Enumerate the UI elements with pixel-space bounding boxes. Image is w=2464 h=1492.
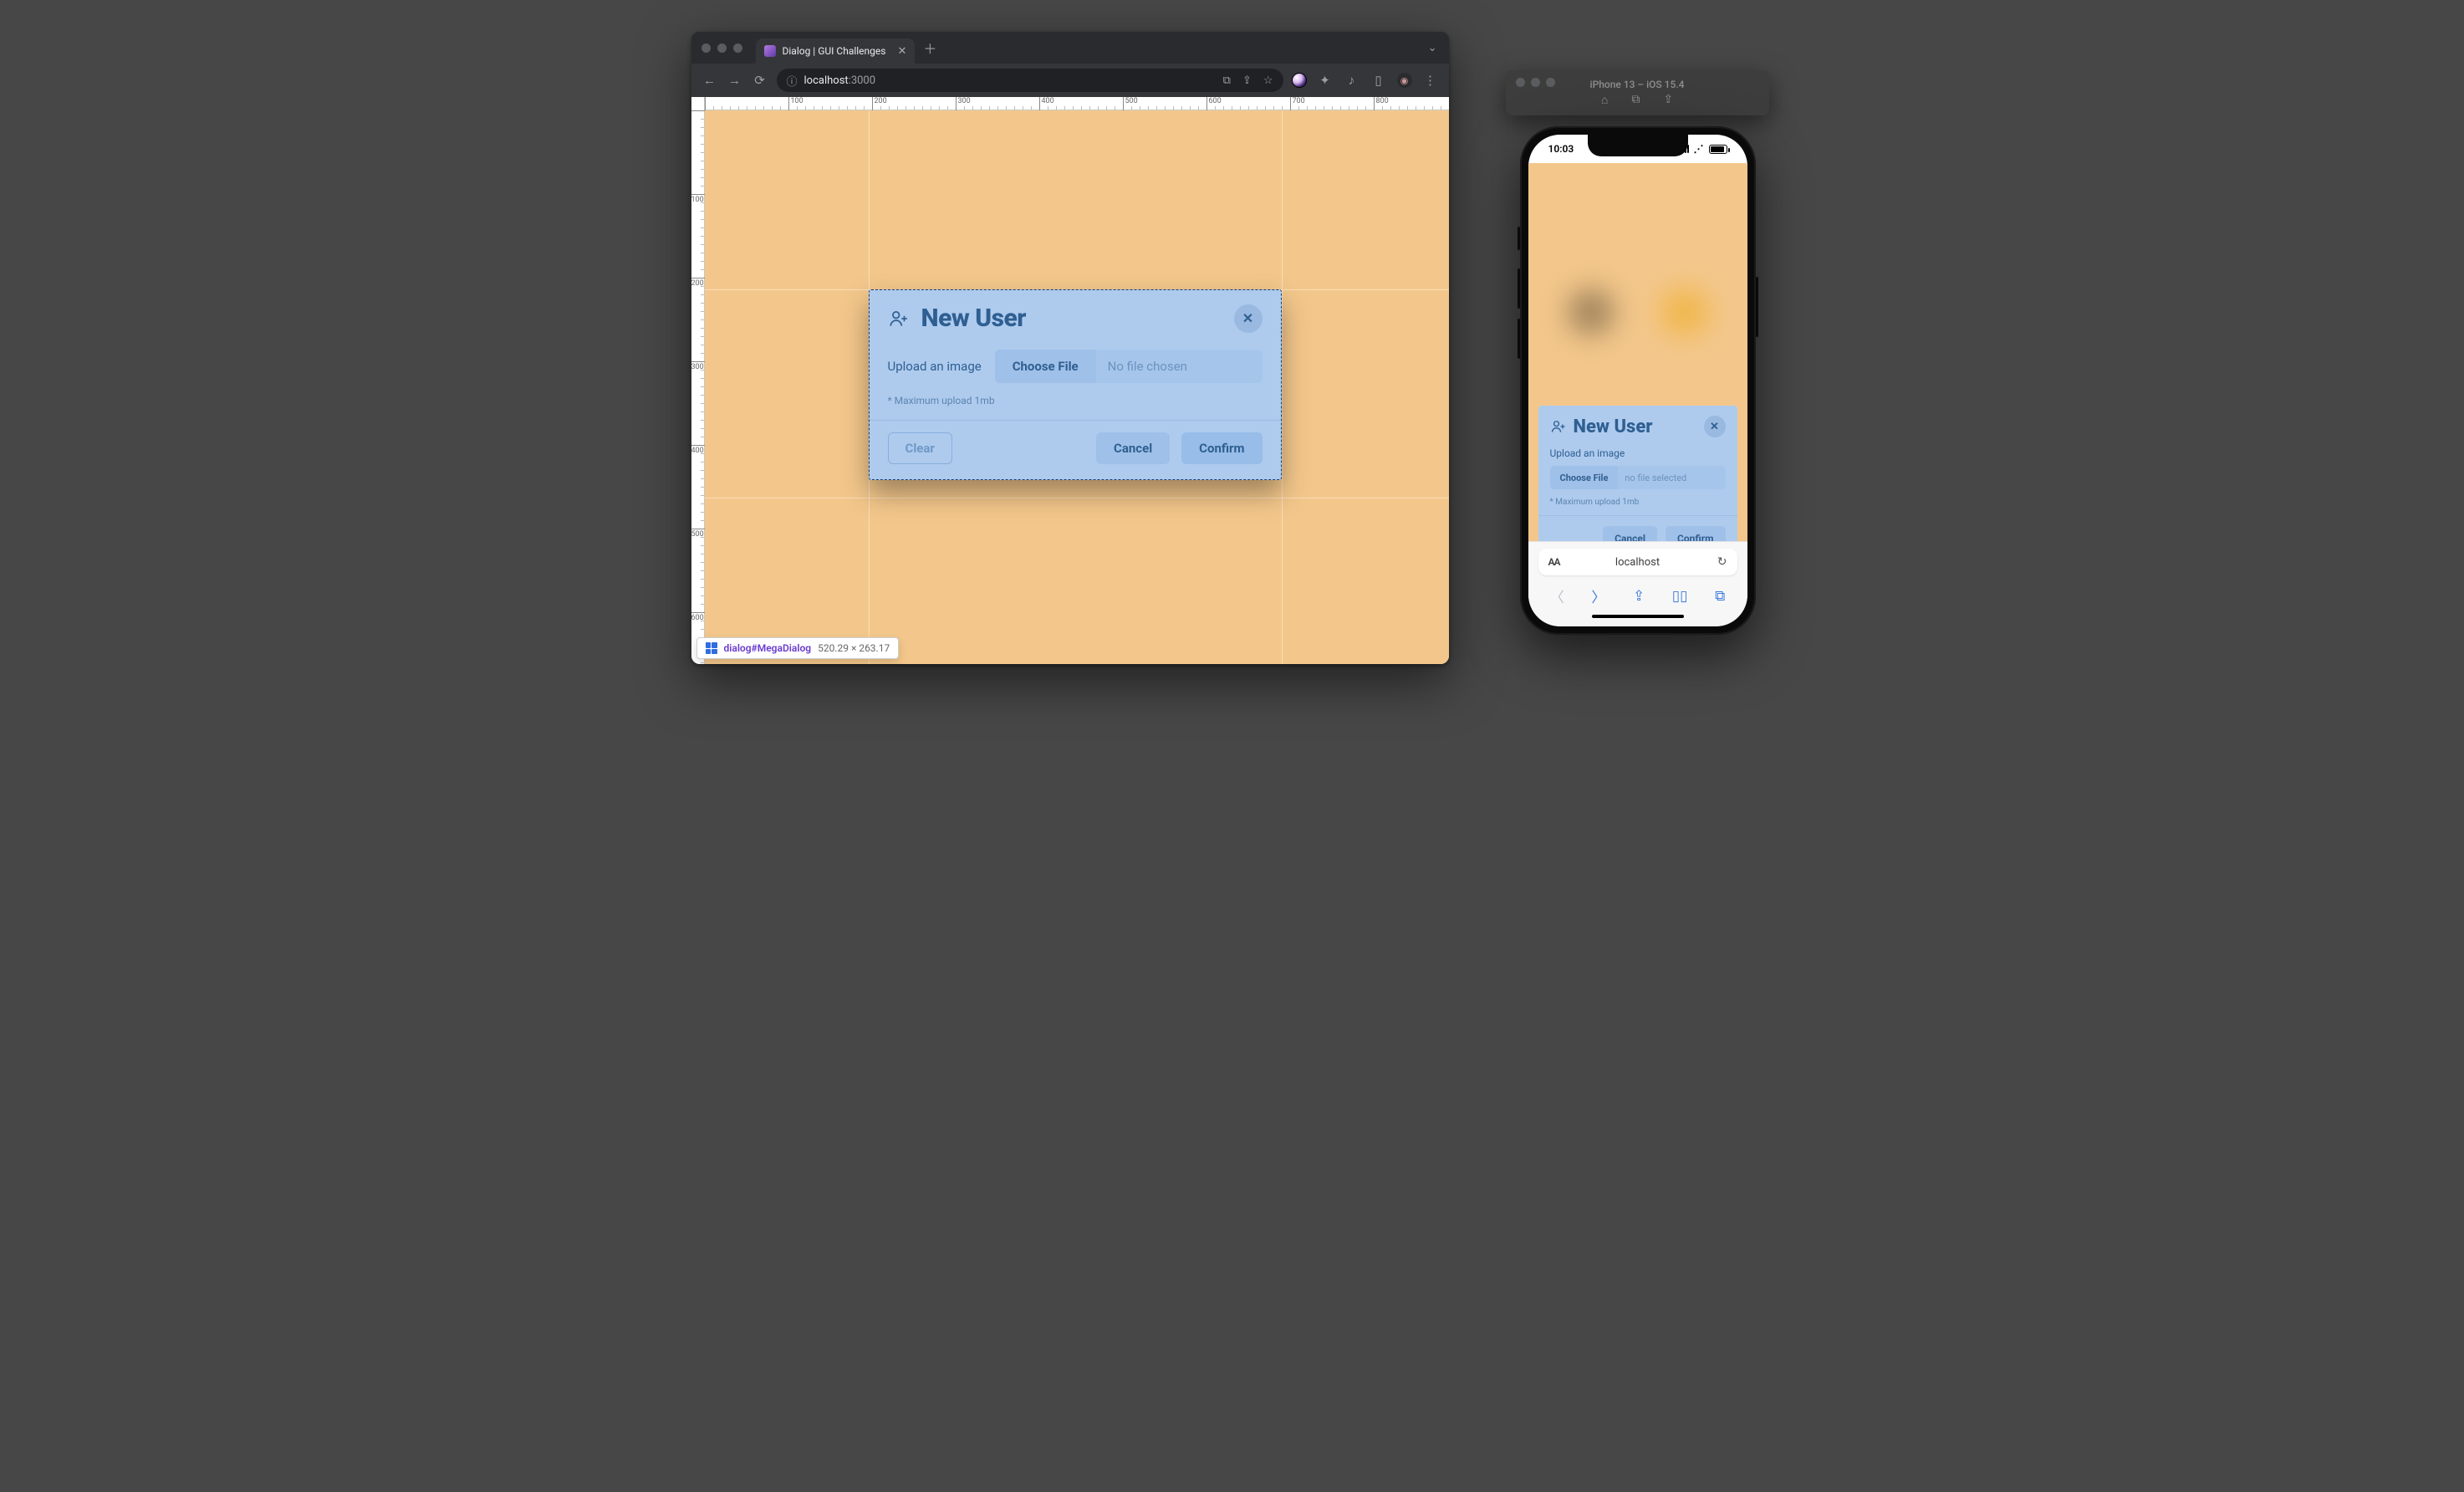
simulator-titlebar: iPhone 13 – iOS 15.4 ⌂ ⧉ ⇪ [1506,70,1769,115]
info-icon[interactable]: ⓘ [787,73,798,89]
media-icon[interactable]: ♪ [1344,73,1360,88]
safari-addressbar[interactable]: AA localhost ↻ [1538,549,1737,575]
cancel-button[interactable]: Cancel [1096,432,1170,464]
reload-icon[interactable]: ↻ [1717,555,1727,569]
extensions-menu-icon[interactable]: ✦ [1317,73,1334,88]
favicon-icon [764,45,776,57]
macos-traffic-lights[interactable] [1516,78,1555,87]
safari-viewport: New User ✕ Upload an image Choose File n… [1528,163,1747,541]
iphone-frame: 10:03 ⋰ [1520,126,1756,635]
clear-button[interactable]: Clear [888,432,952,464]
share-icon[interactable]: ⇪ [1633,588,1645,605]
mega-dialog: New User ✕ Upload an image Choose File N… [869,289,1282,480]
grid-icon [706,642,717,654]
file-input[interactable]: Choose File No file chosen [995,350,1263,383]
share-icon[interactable]: ⇪ [1663,93,1673,107]
battery-icon [1709,145,1727,154]
devices-icon[interactable]: ▯ [1370,73,1387,88]
iphone-notch [1588,135,1688,156]
user-plus-icon [1550,418,1567,435]
macos-traffic-lights[interactable] [701,43,742,53]
toolbar-right-icons: ✦ ♪ ▯ ◉ ⋮ [1292,73,1439,88]
blurred-background-buttons [1528,289,1747,335]
mobile-mega-dialog: New User ✕ Upload an image Choose File n… [1538,406,1737,541]
omnibox-url: localhost:3000 [804,74,876,87]
home-indicator[interactable] [1528,611,1747,626]
vertical-ruler: 100200300400500600 [691,97,705,664]
chrome-tab-active[interactable]: Dialog | GUI Challenges ✕ [756,38,916,64]
tabstrip-overflow-icon[interactable]: ⌄ [1428,42,1437,54]
upload-hint: * Maximum upload 1mb [1538,489,1737,515]
horizontal-ruler: 100200300400500600700800900 [691,97,1449,110]
wifi-icon: ⋰ [1694,143,1704,155]
simulator-window: iPhone 13 – iOS 15.4 ⌂ ⧉ ⇪ [1506,70,1769,115]
upload-hint: * Maximum upload 1mb [888,395,1263,406]
chrome-window: Dialog | GUI Challenges ✕ ＋ ⌄ ← → ⟳ ⓘ lo… [691,32,1449,664]
confirm-button[interactable]: Confirm [1666,526,1725,541]
forward-icon[interactable]: → [727,73,743,88]
back-icon[interactable]: ← [701,73,718,88]
file-status-label: no file selected [1618,466,1725,489]
safari-url: localhost [1615,556,1660,569]
chrome-tabstrip: Dialog | GUI Challenges ✕ ＋ ⌄ [691,32,1449,64]
tab-title: Dialog | GUI Challenges [783,45,886,57]
dialog-header: New User ✕ [870,290,1281,345]
new-tab-button[interactable]: ＋ [923,38,936,58]
omnibox[interactable]: ⓘ localhost:3000 ⧉ ⇪ ☆ [777,69,1283,92]
close-tab-icon[interactable]: ✕ [897,45,906,58]
star-icon[interactable]: ☆ [1263,74,1273,87]
safari-bottom-chrome: AA localhost ↻ 〈 〉 ⇪ ▯▯ ⧉ [1528,541,1747,626]
chrome-toolbar: ← → ⟳ ⓘ localhost:3000 ⧉ ⇪ ☆ ✦ ♪ ▯ ◉ [691,64,1449,97]
extension-icon[interactable] [1292,73,1307,88]
devtools-element-chip[interactable]: dialog#MegaDialog 520.29 × 263.17 [696,637,900,659]
selector-text: dialog#MegaDialog [724,642,812,654]
ios-time: 10:03 [1548,143,1574,155]
file-input[interactable]: Choose File no file selected [1550,466,1726,489]
dialog-title: New User [1574,416,1653,437]
bookmarks-icon[interactable]: ▯▯ [1672,588,1688,605]
file-status-label: No file chosen [1096,350,1263,383]
reload-icon[interactable]: ⟳ [752,73,768,88]
close-dialog-button[interactable]: ✕ [1234,304,1263,333]
back-icon: 〈 [1550,585,1564,606]
upload-label: Upload an image [1538,442,1737,466]
open-external-icon[interactable]: ⧉ [1223,74,1231,87]
cancel-button[interactable]: Cancel [1603,526,1657,541]
dimensions-text: 520.29 × 263.17 [818,642,890,654]
kebab-menu-icon[interactable]: ⋮ [1422,73,1439,88]
close-dialog-button[interactable]: ✕ [1704,416,1726,437]
dialog-title: New User [921,304,1026,333]
tabs-icon[interactable]: ⧉ [1715,588,1725,605]
user-plus-icon [888,308,910,330]
forward-icon[interactable]: 〉 [1591,585,1605,606]
upload-label: Upload an image [888,359,982,374]
page-canvas: New User ✕ Upload an image Choose File N… [705,110,1449,664]
choose-file-button[interactable]: Choose File [995,350,1096,383]
profile-avatar-icon[interactable]: ◉ [1397,73,1412,88]
choose-file-button[interactable]: Choose File [1550,466,1619,489]
screenshot-icon[interactable]: ⧉ [1631,93,1640,107]
confirm-button[interactable]: Confirm [1181,432,1262,464]
home-icon[interactable]: ⌂ [1601,93,1608,107]
share-icon[interactable]: ⇪ [1242,74,1252,87]
browser-viewport: 100200300400500600700800900 100200300400… [691,97,1449,664]
text-size-button[interactable]: AA [1548,556,1560,568]
